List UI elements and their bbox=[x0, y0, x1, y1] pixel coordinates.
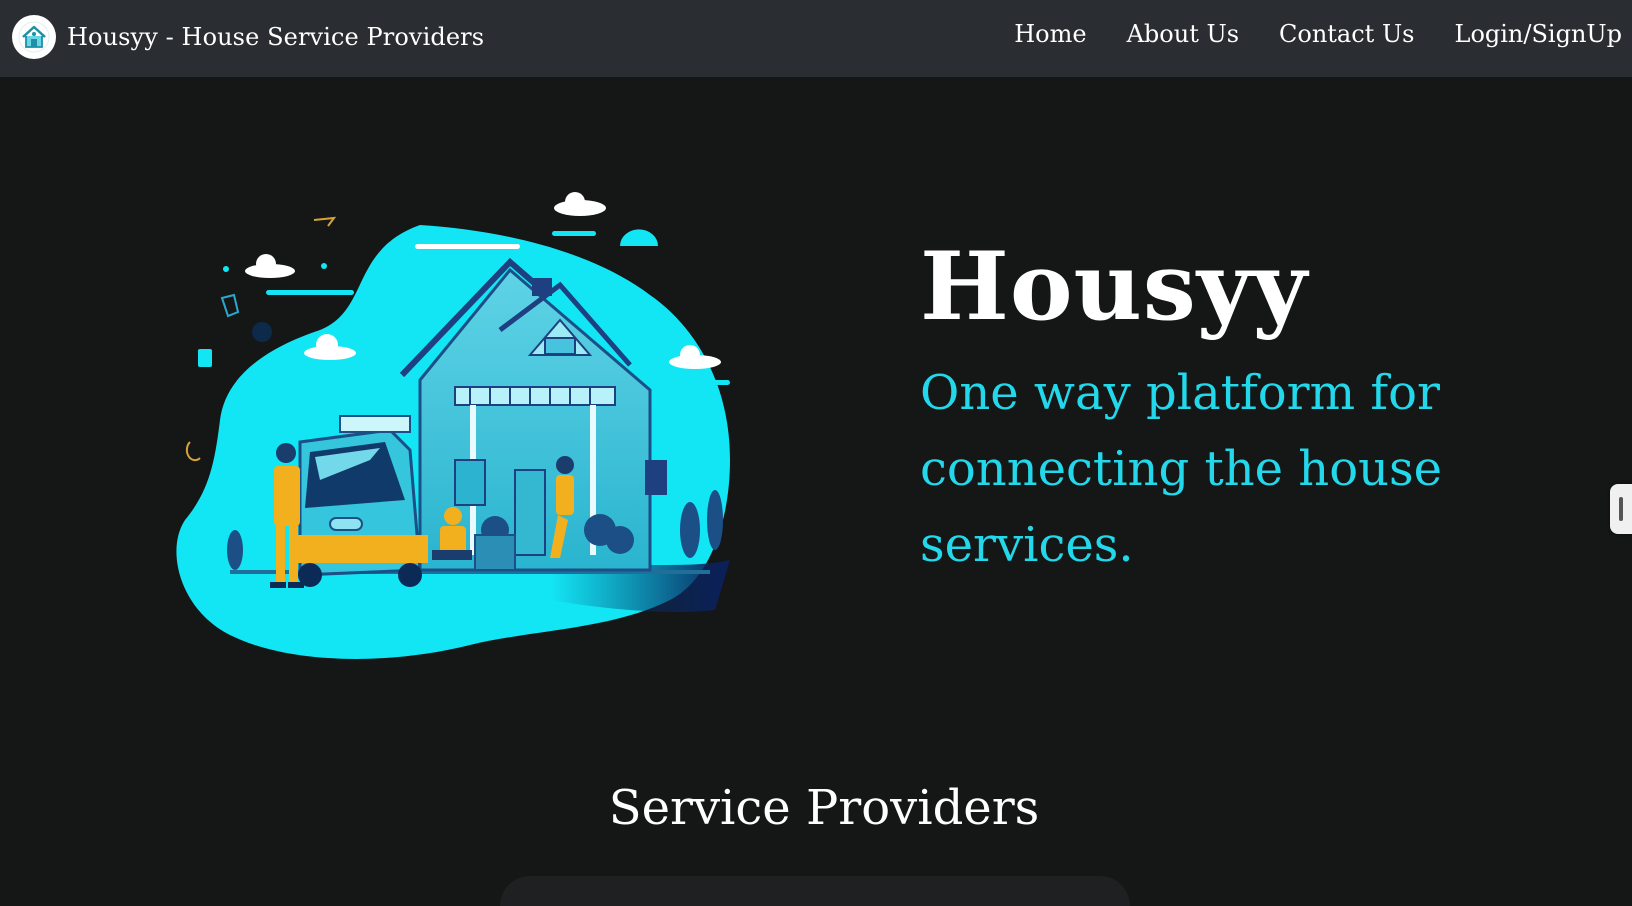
side-panel-handle[interactable] bbox=[1610, 484, 1632, 534]
house-logo-icon bbox=[12, 15, 56, 59]
nav-link-login-signup[interactable]: Login/SignUp bbox=[1455, 20, 1623, 48]
brand-home-link[interactable]: Housyy - House Service Providers bbox=[12, 15, 484, 59]
nav-links: Home About Us Contact Us Login/SignUp bbox=[1014, 20, 1622, 48]
hero-tagline: One way platform for connecting the hous… bbox=[920, 365, 1443, 573]
grip-icon bbox=[1619, 497, 1623, 521]
service-provider-card bbox=[500, 876, 1130, 906]
service-providers-heading: Service Providers bbox=[608, 780, 1040, 836]
nav-link-about-us[interactable]: About Us bbox=[1127, 20, 1239, 48]
house-services-illustration bbox=[170, 190, 750, 690]
brand-title: Housyy - House Service Providers bbox=[67, 23, 485, 51]
nav-link-home[interactable]: Home bbox=[1014, 20, 1086, 48]
nav-link-contact-us[interactable]: Contact Us bbox=[1279, 20, 1414, 48]
hero-title: Housyy bbox=[920, 232, 1309, 342]
top-navbar: Housyy - House Service Providers Home Ab… bbox=[0, 0, 1632, 77]
